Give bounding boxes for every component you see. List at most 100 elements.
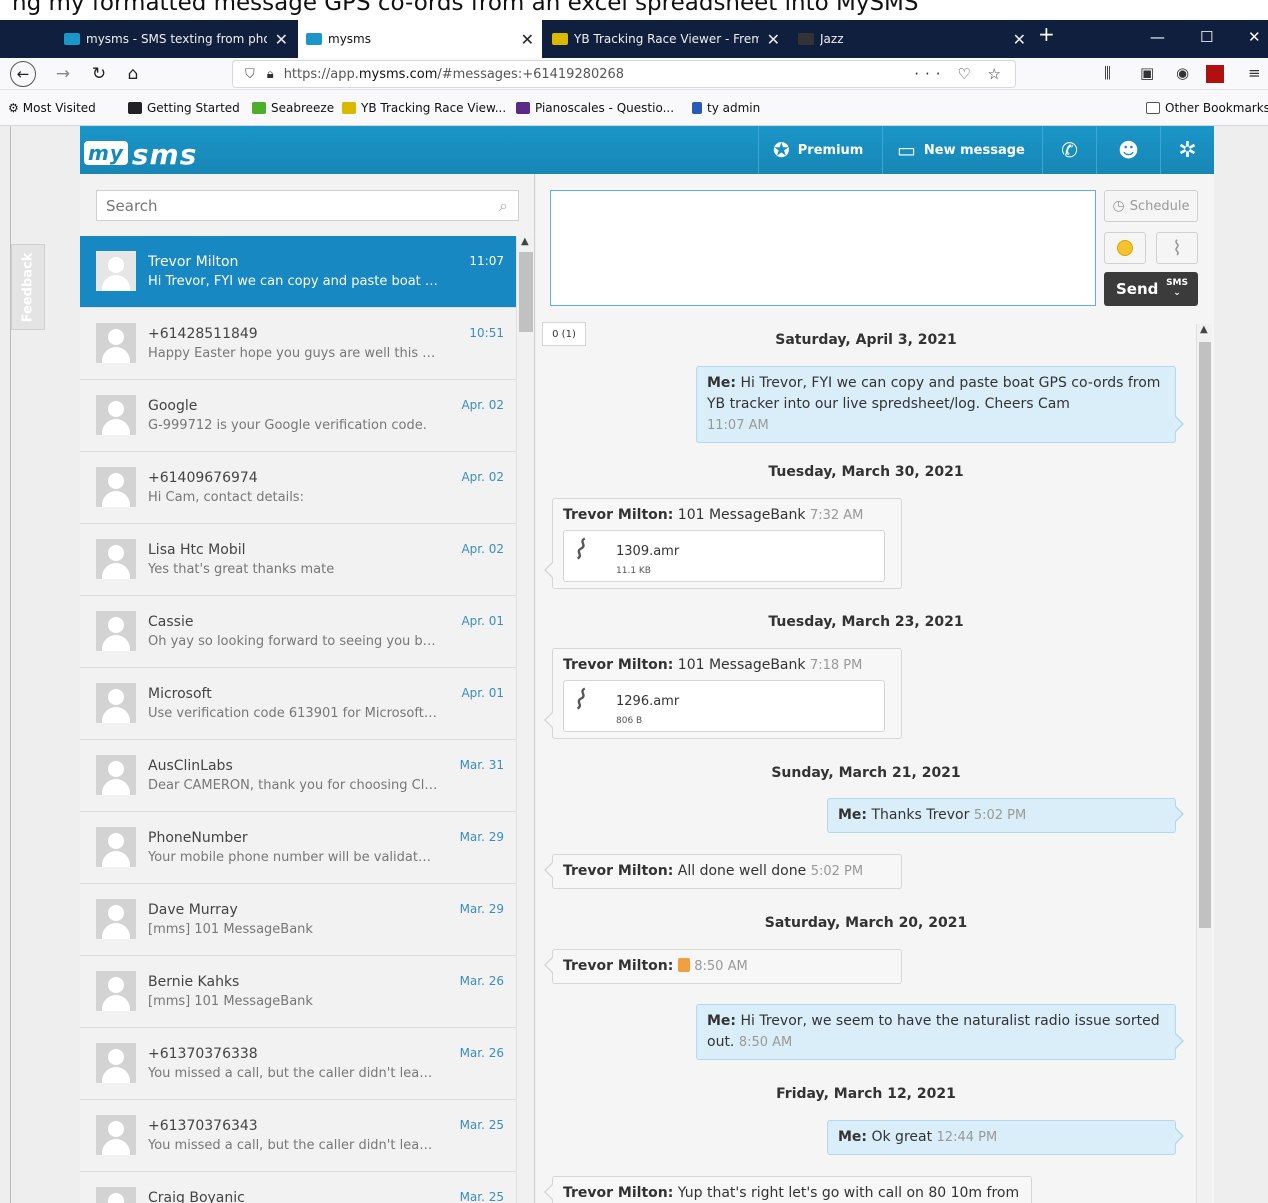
bookmark-getting-started[interactable]: Getting Started [128, 101, 240, 115]
tab-yb-tracking[interactable]: YB Tracking Race Viewer - Frem ✕ [544, 22, 788, 56]
close-icon[interactable]: ✕ [275, 30, 288, 49]
menu-icon[interactable]: ≡ [1248, 64, 1261, 82]
tab-label: Jazz [820, 32, 844, 46]
scrollbar-thumb[interactable] [519, 252, 533, 332]
conversation-list-item[interactable]: Lisa Htc Mobil Yes that's great thanks ma… [80, 524, 516, 596]
attachment-file[interactable]: ⌇ 1296.amr 806 B [563, 680, 885, 732]
send-type-selector[interactable]: SMS ⌄ [1166, 278, 1188, 298]
scrollbar-thumb[interactable] [1199, 342, 1211, 928]
bookmark-pianoscales[interactable]: Pianoscales - Questio... [516, 101, 674, 115]
date-header: Tuesday, March 23, 2021 [768, 614, 964, 630]
conversation-list-item[interactable]: Google G-999712 is your Google verificati… [80, 380, 516, 452]
close-icon[interactable]: ✕ [521, 30, 534, 49]
message-date: Mar. 25 [459, 1118, 504, 1132]
pdf-extension-icon[interactable] [1206, 65, 1224, 83]
conversation-list-item[interactable]: Craig Boyanic Mar. 25 [80, 1172, 516, 1203]
conversation-list-item[interactable]: +61370376343 You missed a call, but the c… [80, 1100, 516, 1172]
conversation-list-item[interactable]: +61409676974 Hi Cam, contact details: Apr.… [80, 452, 516, 524]
message-bubble-incoming: Trevor Milton: 8:50 AM [544, 949, 902, 984]
conversation-list-item[interactable]: +61370376338 You missed a call, but the c… [80, 1028, 516, 1100]
page-actions-icon[interactable]: ··· ♡ ☆ [914, 65, 1007, 83]
search-input[interactable] [97, 191, 477, 220]
conversation-list-item[interactable]: Trevor Milton Hi Trevor, FYI we can copy … [80, 236, 516, 308]
calls-button[interactable]: ✆ [1042, 126, 1096, 174]
window-close-icon[interactable]: ✕ [1248, 28, 1261, 46]
avatar [96, 611, 136, 651]
clock-icon: ◷ [1112, 198, 1125, 214]
new-message-button[interactable]: ▭ New message [882, 126, 1042, 174]
message-date: Mar. 26 [459, 1046, 504, 1060]
avatar [96, 899, 136, 939]
conversation-list-item[interactable]: Cassie Oh yay so looking forward to seein… [80, 596, 516, 668]
conversation-list-item[interactable]: PhoneNumber Your mobile phone number will… [80, 812, 516, 884]
back-icon[interactable]: ← [10, 61, 36, 87]
feedback-label: Feedback [20, 252, 36, 322]
other-bookmarks[interactable]: Other Bookmarks [1146, 101, 1268, 115]
message-input[interactable] [551, 191, 1095, 305]
contact-name: Microsoft [148, 686, 212, 702]
url-scheme: https://app. [283, 66, 359, 82]
feedback-tab[interactable]: Feedback [11, 244, 45, 330]
new-tab-icon[interactable]: + [1038, 22, 1055, 46]
url-bar[interactable]: ⛉ 🔒︎ https://app. mysms.com/#messages:+61… [232, 60, 1016, 88]
shield-icon: ⛉ [245, 66, 255, 82]
avatar [96, 971, 136, 1011]
attach-button[interactable]: ⌇ [1156, 232, 1198, 264]
message-time: 11:07 AM [707, 418, 769, 433]
bookmark-ty-admin[interactable]: ty admin [692, 101, 760, 115]
minimize-icon[interactable]: — [1150, 28, 1165, 46]
library-icon[interactable]: ⫼ [1104, 64, 1111, 82]
home-icon[interactable]: ⌂ [122, 61, 144, 87]
mysms-favicon-icon [306, 33, 322, 45]
contacts-scrollbar[interactable]: ▲ [516, 236, 534, 1203]
conversation-list-item[interactable]: +61428511849 Happy Easter hope you guys a… [80, 308, 516, 380]
mysms-logo[interactable]: my sms [84, 138, 197, 171]
avatar [96, 755, 136, 795]
send-button[interactable]: Send SMS ⌄ [1104, 272, 1198, 306]
bookmark-favicon-icon [128, 102, 142, 114]
message-date: 11:07 [469, 254, 504, 268]
bookmark-most-visited[interactable]: ⚙ Most Visited [8, 101, 96, 115]
settings-button[interactable]: ✲ [1160, 126, 1214, 174]
date-header: Saturday, April 3, 2021 [775, 332, 957, 348]
emoji-button[interactable] [1104, 232, 1146, 264]
star-badge-icon: ✪ [773, 138, 790, 162]
search-icon[interactable]: ⌕ [499, 196, 508, 216]
sidebar-icon[interactable]: ▣ [1140, 64, 1154, 82]
avatar [96, 539, 136, 579]
bookmark-yb-tracking[interactable]: YB Tracking Race View... [342, 101, 506, 115]
bookmark-favicon-icon [516, 102, 530, 114]
close-icon[interactable]: ✕ [1013, 30, 1026, 49]
premium-button[interactable]: ✪ Premium [758, 126, 882, 174]
scroll-up-icon[interactable]: ▲ [1200, 324, 1208, 335]
close-icon[interactable]: ✕ [767, 30, 780, 49]
message-bubble-outgoing: Me: Hi Trevor, we seem to have the natur… [696, 1004, 1184, 1060]
logo-sms: sms [131, 138, 198, 171]
maximize-icon[interactable]: ☐ [1200, 28, 1213, 46]
account-icon[interactable]: ◉ [1176, 64, 1189, 82]
forward-icon[interactable]: → [52, 61, 74, 87]
message-preview: Hi Cam, contact details: [148, 490, 304, 505]
message-preview: Happy Easter hope you guys are well this… [148, 346, 438, 361]
message-preview: Hi Trevor, FYI we can copy and paste boa… [148, 274, 438, 289]
conversation-list-item[interactable]: Dave Murray [mms] 101 MessageBank Mar. 29 [80, 884, 516, 956]
scroll-up-icon[interactable]: ▲ [521, 236, 529, 247]
reload-icon[interactable]: ↻ [88, 61, 110, 87]
avatar [96, 827, 136, 867]
schedule-button[interactable]: ◷ Schedule [1104, 190, 1198, 222]
tab-mysms-home[interactable]: mysms - SMS texting from pho ✕ [56, 22, 296, 56]
gear-icon: ⚙ [8, 101, 19, 115]
message-bubble-incoming: Trevor Milton: 101 MessageBank 7:32 AM ⌇… [544, 498, 902, 589]
message-date: Apr. 01 [461, 686, 504, 700]
messages-scrollbar[interactable]: ▲ [1196, 324, 1212, 1203]
tab-jazz[interactable]: Jazz ✕ [790, 22, 1034, 56]
conversation-list-item[interactable]: Bernie Kahks [mms] 101 MessageBank Mar. 26 [80, 956, 516, 1028]
tab-mysms[interactable]: mysms ✕ [298, 20, 542, 58]
conversation-list-item[interactable]: AusClinLabs Dear CAMERON, thank you for c… [80, 740, 516, 812]
bookmark-seabreeze[interactable]: Seabreeze [252, 101, 334, 115]
attachment-file[interactable]: ⌇ 1309.amr 11.1 KB [563, 530, 885, 582]
conversation-list-item[interactable]: Microsoft Use verification code 613901 fo… [80, 668, 516, 740]
message-bubble-incoming: Trevor Milton: All done well done 5:02 P… [544, 854, 902, 889]
account-devices-button[interactable]: ☻ [1096, 126, 1160, 174]
compose-icon: ▭ [897, 138, 916, 162]
